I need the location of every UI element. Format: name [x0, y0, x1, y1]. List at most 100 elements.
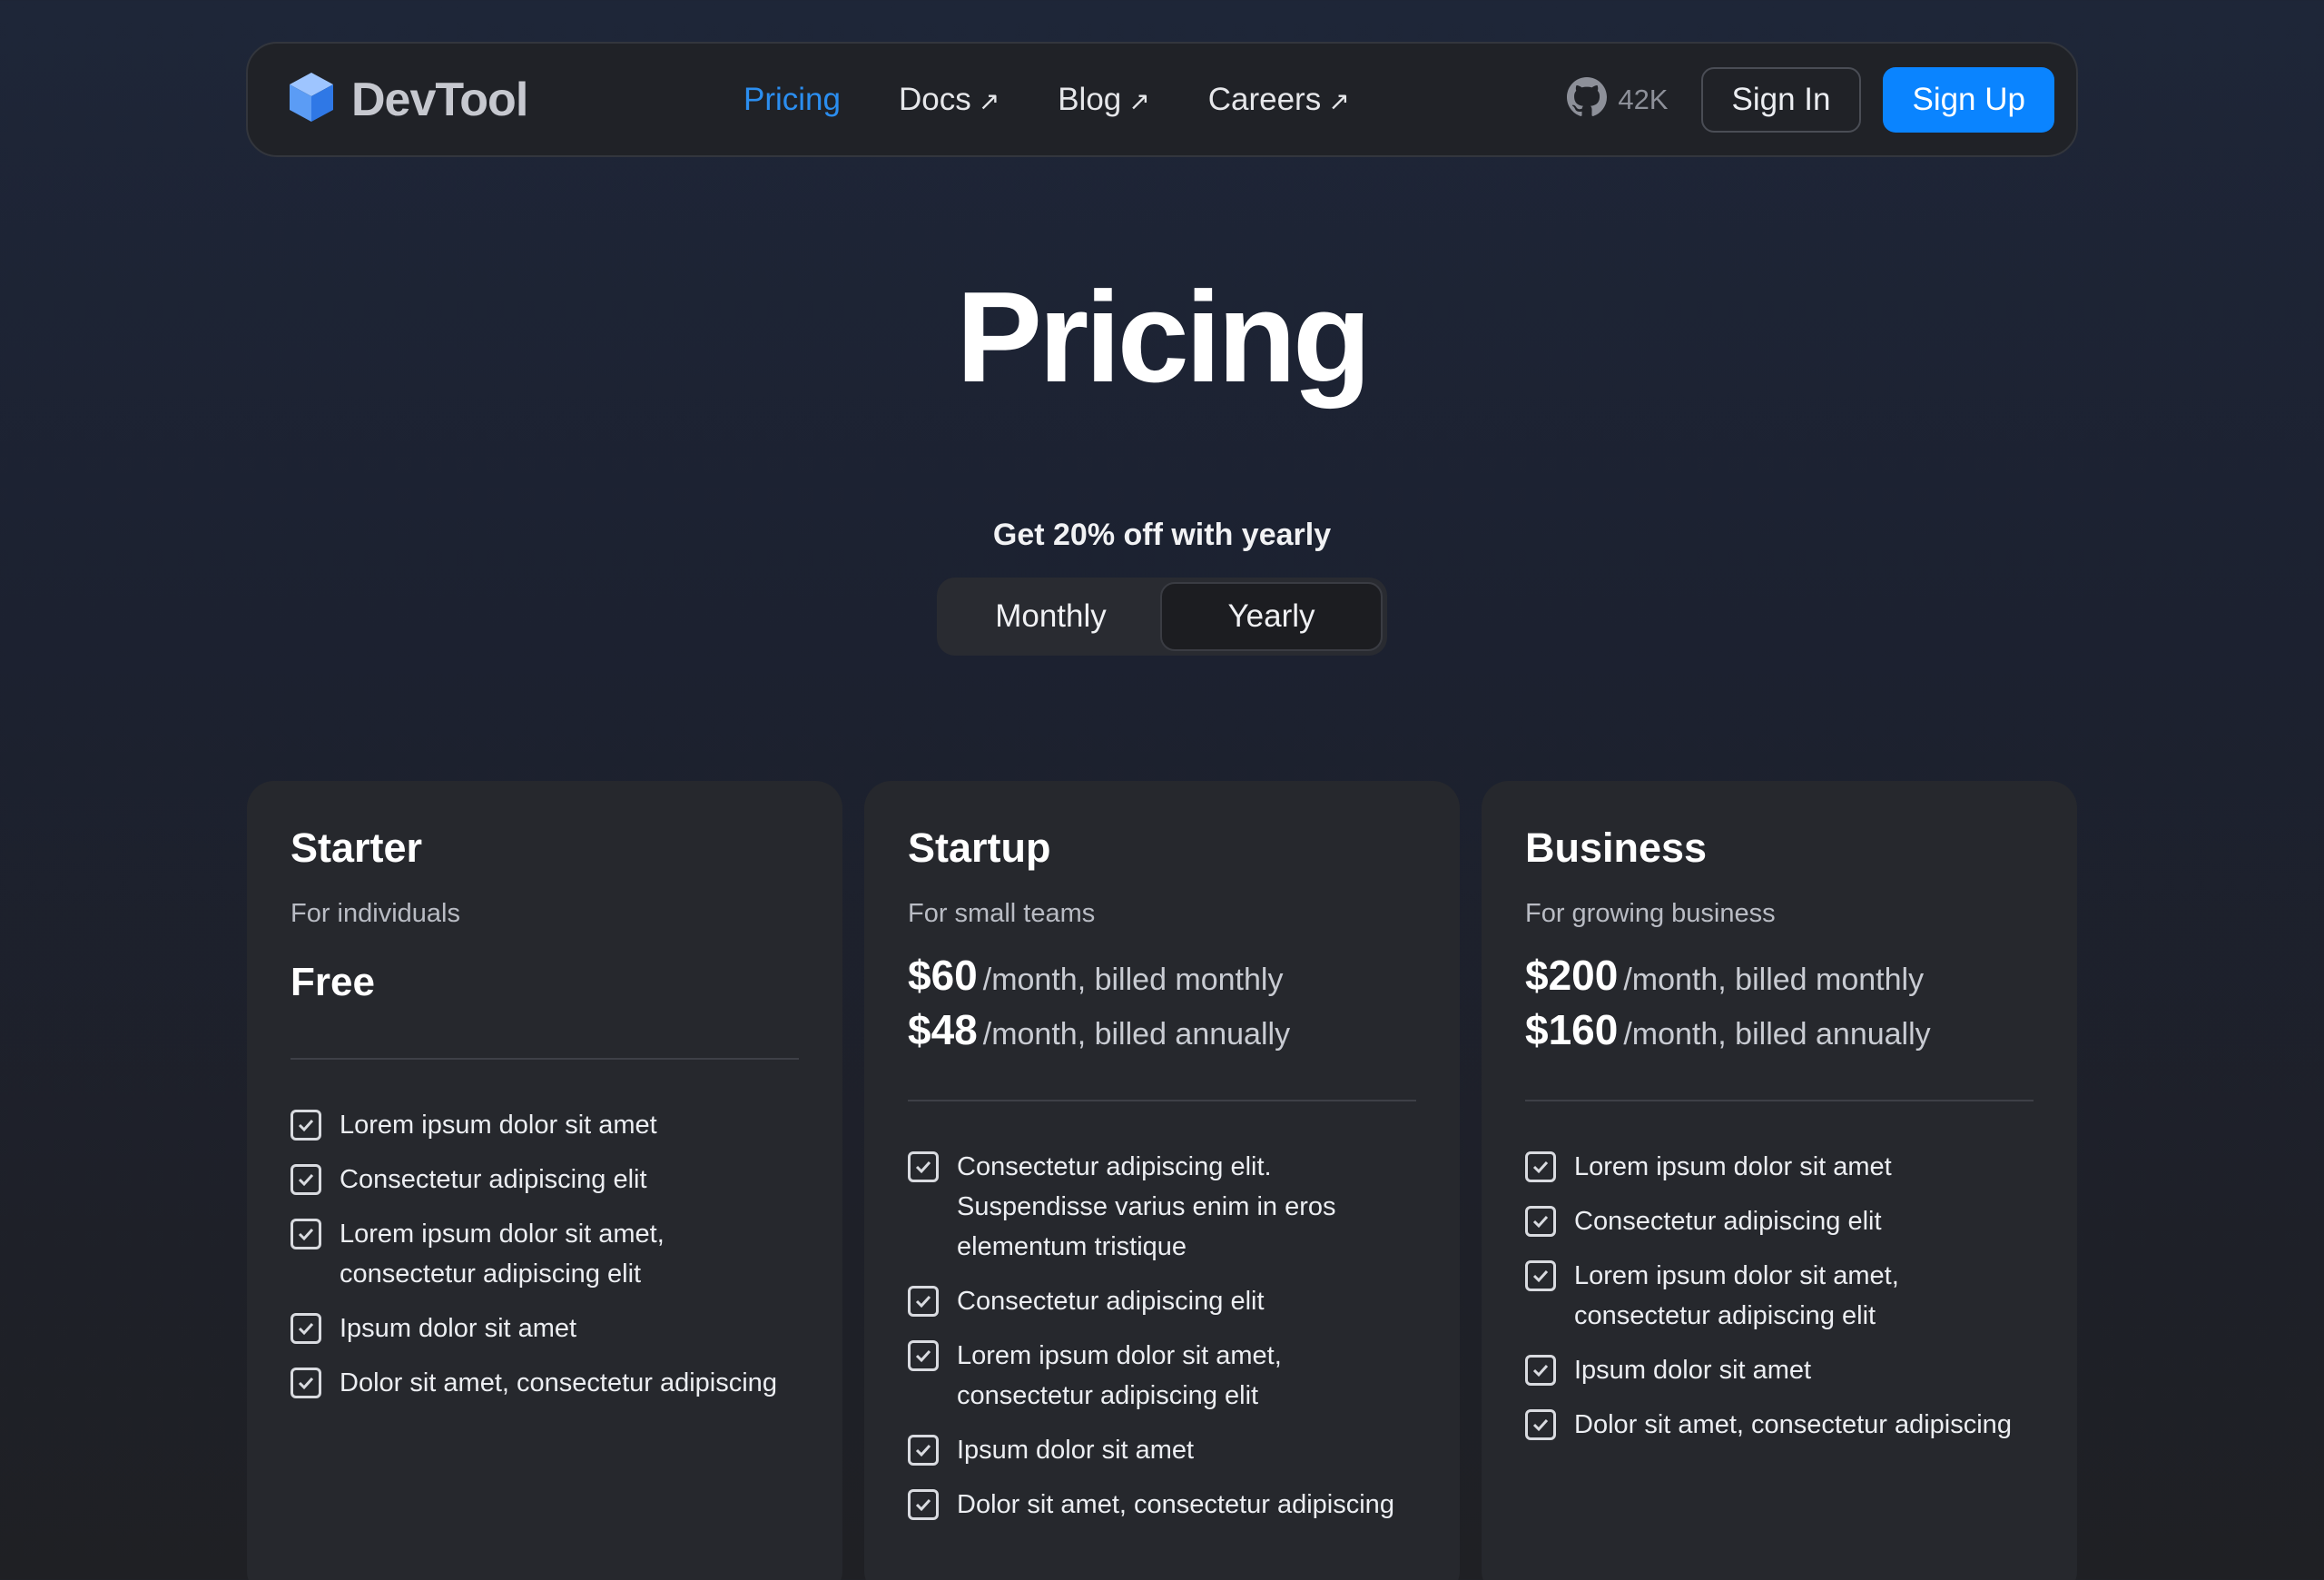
feature-item: Lorem ipsum dolor sit amet	[290, 1105, 799, 1145]
checkbox-checked-icon	[1525, 1151, 1556, 1182]
github-star-count: 42K	[1618, 83, 1669, 115]
price-annual: $48 /month, billed annually	[908, 1005, 1416, 1054]
plan-subtitle: For growing business	[1525, 899, 1776, 928]
feature-text: Ipsum dolor sit amet	[1574, 1356, 1812, 1385]
feature-item: Ipsum dolor sit amet	[290, 1308, 799, 1348]
sign-up-button[interactable]: Sign Up	[1883, 66, 2054, 133]
price-period: /month, billed annually	[982, 1017, 1291, 1052]
feature-text: Ipsum dolor sit amet	[340, 1314, 577, 1343]
nav-link-label: Docs	[898, 81, 971, 117]
feature-text: Consectetur adipiscing elit	[957, 1287, 1265, 1316]
sign-in-button[interactable]: Sign In	[1700, 66, 1862, 133]
feature-text: Lorem ipsum dolor sit amet	[340, 1111, 657, 1140]
checkbox-checked-icon	[1525, 1206, 1556, 1237]
nav-link-careers[interactable]: Careers ↗	[1208, 82, 1350, 118]
checkbox-checked-icon	[908, 1340, 939, 1371]
toggle-monthly[interactable]: Monthly	[941, 582, 1160, 651]
feature-text: Ipsum dolor sit amet	[957, 1436, 1195, 1465]
price-monthly: $60 /month, billed monthly	[908, 951, 1416, 1000]
nav-link-docs[interactable]: Docs ↗	[899, 82, 1000, 118]
feature-item: Ipsum dolor sit amet	[1525, 1350, 2034, 1390]
price-period: /month, billed annually	[1623, 1017, 1931, 1052]
feature-item: Consectetur adipiscing elit. Suspendisse…	[908, 1147, 1416, 1267]
checkbox-checked-icon	[908, 1286, 939, 1317]
divider	[908, 1100, 1416, 1101]
feature-item: Consectetur adipiscing elit	[290, 1160, 799, 1200]
feature-item: Dolor sit amet, consectetur adipiscing	[908, 1485, 1416, 1525]
external-link-icon: ↗	[1128, 87, 1150, 115]
yearly-discount-text: Get 20% off with yearly	[992, 518, 1332, 552]
feature-list: Consectetur adipiscing elit. Suspendisse…	[908, 1147, 1416, 1525]
cube-logo-icon	[288, 71, 335, 128]
billing-period-toggle: Monthly Yearly	[937, 578, 1387, 656]
divider	[290, 1058, 799, 1060]
checkbox-checked-icon	[290, 1368, 321, 1398]
feature-item: Lorem ipsum dolor sit amet, consectetur …	[1525, 1256, 2034, 1336]
feature-text: Dolor sit amet, consectetur adipiscing	[1574, 1410, 2012, 1439]
feature-item: Lorem ipsum dolor sit amet, consectetur …	[290, 1214, 799, 1294]
price-amount: $48	[908, 1006, 978, 1053]
feature-item: Lorem ipsum dolor sit amet	[1525, 1147, 2034, 1187]
github-stars-link[interactable]: 42K	[1567, 77, 1669, 122]
checkbox-checked-icon	[290, 1110, 321, 1141]
feature-item: Dolor sit amet, consectetur adipiscing	[290, 1363, 799, 1403]
feature-text: Lorem ipsum dolor sit amet	[1574, 1152, 1892, 1181]
plan-name: Startup	[908, 825, 1051, 871]
feature-item: Dolor sit amet, consectetur adipiscing	[1525, 1405, 2034, 1445]
brand-logo[interactable]: DevTool	[288, 44, 528, 155]
checkbox-checked-icon	[1525, 1409, 1556, 1440]
toggle-yearly[interactable]: Yearly	[1160, 582, 1383, 651]
price-amount: $200	[1525, 952, 1619, 999]
feature-text: Dolor sit amet, consectetur adipiscing	[957, 1490, 1394, 1519]
price-period: /month, billed monthly	[1623, 963, 1925, 997]
price-annual: $160 /month, billed annually	[1525, 1005, 2034, 1054]
checkbox-checked-icon	[290, 1313, 321, 1344]
nav-link-label: Pricing	[743, 81, 841, 117]
feature-text: Lorem ipsum dolor sit amet, consectetur …	[1574, 1261, 1899, 1330]
feature-item: Ipsum dolor sit amet	[908, 1430, 1416, 1470]
checkbox-checked-icon	[908, 1435, 939, 1466]
feature-item: Consectetur adipiscing elit	[908, 1281, 1416, 1321]
github-icon	[1567, 77, 1608, 122]
plan-subtitle: For individuals	[290, 899, 460, 928]
feature-text: Lorem ipsum dolor sit amet, consectetur …	[340, 1220, 665, 1289]
checkbox-checked-icon	[908, 1489, 939, 1520]
feature-text: Lorem ipsum dolor sit amet, consectetur …	[957, 1341, 1282, 1410]
page-title: Pricing	[956, 265, 1371, 410]
feature-item: Lorem ipsum dolor sit amet, consectetur …	[908, 1336, 1416, 1416]
feature-text: Consectetur adipiscing elit. Suspendisse…	[957, 1152, 1336, 1261]
price-amount: $60	[908, 952, 978, 999]
nav-links: Pricing Docs ↗ Blog ↗ Careers ↗	[743, 44, 1408, 155]
feature-list: Lorem ipsum dolor sit amet Consectetur a…	[1525, 1147, 2034, 1445]
feature-item: Consectetur adipiscing elit	[1525, 1201, 2034, 1241]
plan-card-starter: Starter For individuals Free Lorem ipsum…	[247, 781, 842, 1580]
checkbox-checked-icon	[290, 1219, 321, 1249]
nav-actions: 42K Sign In Sign Up	[1567, 44, 2054, 155]
checkbox-checked-icon	[290, 1164, 321, 1195]
checkbox-checked-icon	[908, 1151, 939, 1182]
feature-text: Dolor sit amet, consectetur adipiscing	[340, 1368, 777, 1397]
nav-link-pricing[interactable]: Pricing	[743, 82, 841, 118]
brand-name: DevTool	[351, 73, 528, 126]
feature-text: Consectetur adipiscing elit	[1574, 1207, 1882, 1236]
external-link-icon: ↗	[1328, 87, 1350, 115]
external-link-icon: ↗	[978, 87, 1000, 115]
divider	[1525, 1100, 2034, 1101]
nav-link-label: Careers	[1207, 81, 1322, 117]
feature-list: Lorem ipsum dolor sit amet Consectetur a…	[290, 1105, 799, 1403]
plan-card-startup: Startup For small teams $60 /month, bill…	[864, 781, 1460, 1580]
price-amount: $160	[1525, 1006, 1619, 1053]
plan-price: Free	[290, 960, 375, 1004]
plan-card-business: Business For growing business $200 /mont…	[1482, 781, 2077, 1580]
plan-subtitle: For small teams	[908, 899, 1096, 928]
price-monthly: $200 /month, billed monthly	[1525, 951, 2034, 1000]
checkbox-checked-icon	[1525, 1355, 1556, 1386]
top-navbar: DevTool Pricing Docs ↗ Blog ↗ Careers ↗ …	[246, 42, 2078, 157]
feature-text: Consectetur adipiscing elit	[340, 1165, 647, 1194]
price-period: /month, billed monthly	[982, 963, 1284, 997]
checkbox-checked-icon	[1525, 1260, 1556, 1291]
plan-name: Business	[1525, 825, 1708, 871]
nav-link-label: Blog	[1058, 81, 1122, 117]
plan-name: Starter	[290, 825, 423, 871]
nav-link-blog[interactable]: Blog ↗	[1058, 82, 1150, 118]
